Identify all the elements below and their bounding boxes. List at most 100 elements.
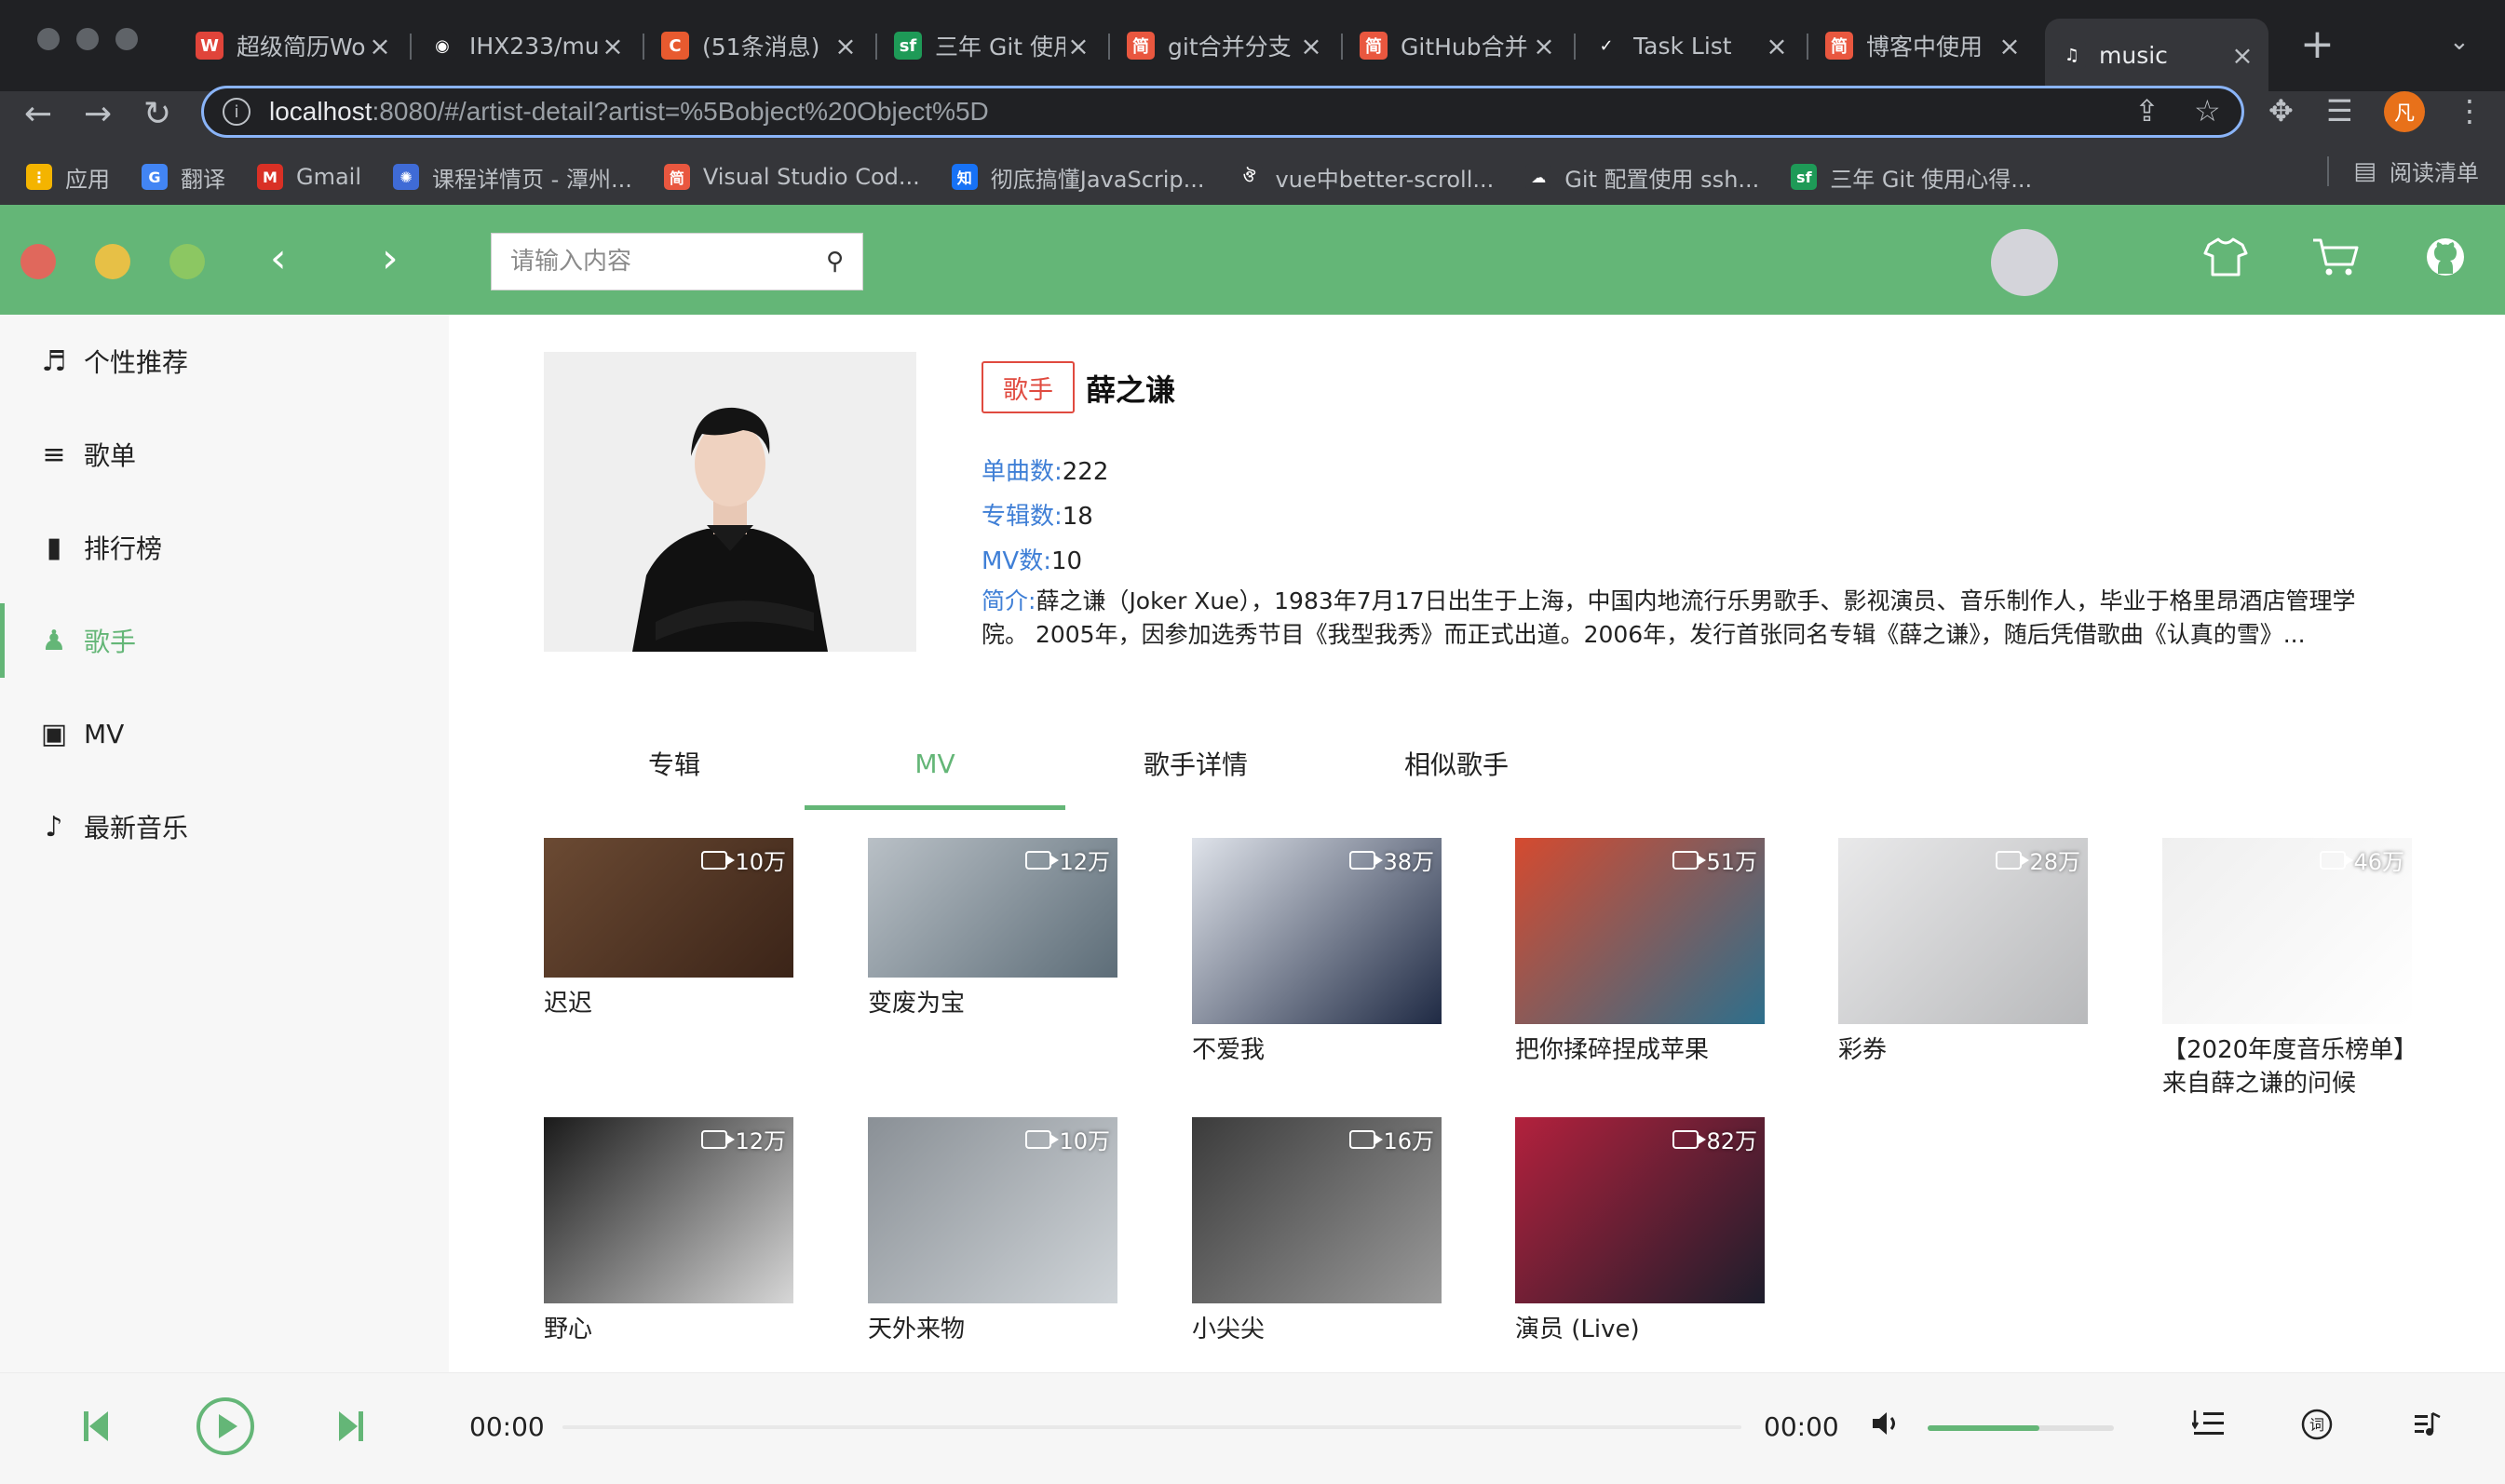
mv-card[interactable]: 12万野心 xyxy=(544,1117,793,1346)
bookmark-item[interactable]: 知彻底搞懂JavaScrip... xyxy=(951,161,1205,194)
mv-card[interactable]: 46万【2020年度音乐榜单】来自薛之谦的问候 xyxy=(2162,838,2412,1100)
search-input[interactable] xyxy=(510,248,826,276)
app-back-icon[interactable]: ‹ xyxy=(270,235,287,282)
mv-card[interactable]: 10万天外来物 xyxy=(868,1117,1117,1346)
mv-thumbnail[interactable]: 12万 xyxy=(868,838,1117,978)
browser-tab[interactable]: C (51条消息) × xyxy=(648,19,872,73)
close-tab-icon[interactable]: × xyxy=(1997,31,2023,61)
mv-card[interactable]: 16万小尖尖 xyxy=(1192,1117,1442,1346)
profile-avatar[interactable]: 凡 xyxy=(2384,91,2425,132)
content-tab[interactable]: 专辑 xyxy=(544,717,805,810)
window-close-button[interactable] xyxy=(37,28,60,50)
bookmark-item[interactable]: M Gmail xyxy=(257,164,361,190)
address-bar[interactable]: i localhost:8080/#/artist-detail?artist=… xyxy=(201,86,2244,138)
mv-thumbnail[interactable]: 10万 xyxy=(544,838,793,978)
sidebar-item[interactable]: ▮ 排行榜 xyxy=(0,510,449,585)
bookmark-item[interactable]: ☁ Git 配置使用 ssh... xyxy=(1525,161,1759,194)
browser-tab[interactable]: ◉ IHX233/music× xyxy=(415,19,639,73)
sidebar-item[interactable]: ♬ 个性推荐 xyxy=(0,324,449,398)
mv-thumbnail[interactable]: 28万 xyxy=(1838,838,2088,1024)
mv-title[interactable]: 【2020年度音乐榜单】来自薛之谦的问候 xyxy=(2162,1033,2412,1100)
bookmark-item[interactable]: 简 Visual Studio Cod... xyxy=(663,164,920,190)
volume-slider[interactable] xyxy=(1928,1425,2114,1431)
sidebar-item[interactable]: ♪ 最新音乐 xyxy=(0,789,449,864)
skin-shirt-icon[interactable] xyxy=(2203,236,2248,288)
mv-thumbnail[interactable]: 82万 xyxy=(1515,1117,1765,1303)
play-button[interactable] xyxy=(196,1396,255,1460)
mv-card[interactable]: 38万 不爱我 xyxy=(1192,838,1442,1067)
mv-thumbnail[interactable]: 10万 xyxy=(868,1117,1117,1303)
content-tab[interactable]: 歌手详情 xyxy=(1065,717,1326,810)
app-forward-icon[interactable]: › xyxy=(382,235,399,282)
close-tab-icon[interactable]: × xyxy=(1531,31,1557,61)
share-icon[interactable]: ⇪ xyxy=(2134,93,2160,128)
close-tab-icon[interactable]: × xyxy=(367,31,393,61)
bookmark-item[interactable]: ঔ vue中better-scroll... xyxy=(1236,161,1494,194)
extensions-icon[interactable]: ✥ xyxy=(2268,93,2294,128)
sidebar-item[interactable]: ▣ MV xyxy=(0,696,449,771)
previous-track-icon[interactable] xyxy=(82,1406,112,1450)
browser-tab[interactable]: ✓ Task List × xyxy=(1579,19,1803,73)
sidebar-item[interactable]: ≡ 歌单 xyxy=(0,417,449,492)
lyrics-icon[interactable]: 词 xyxy=(2300,1408,2334,1450)
bookmark-star-icon[interactable]: ☆ xyxy=(2194,93,2221,128)
media-control-icon[interactable]: ☰ xyxy=(2326,93,2353,128)
browser-tab[interactable]: 简博客中使用 × xyxy=(1812,19,2036,73)
bookmark-item[interactable]: G 翻译 xyxy=(142,161,225,194)
mv-thumbnail[interactable]: 16万 xyxy=(1192,1117,1442,1303)
tab-search-chevron-icon[interactable]: ⌄ xyxy=(2449,28,2470,56)
browser-menu-icon[interactable]: ⋮ xyxy=(2455,93,2485,128)
window-zoom-button[interactable] xyxy=(115,28,138,50)
browser-tab[interactable]: sf 三年 Git 使用心得× xyxy=(881,19,1104,73)
browser-tab[interactable]: 简 GitHub合并 × xyxy=(1347,19,1570,73)
app-maximize-dot[interactable] xyxy=(169,244,205,279)
mv-title[interactable]: 彩券 xyxy=(1838,1033,2088,1067)
mv-title[interactable]: 变废为宝 xyxy=(868,987,1117,1020)
mv-thumbnail[interactable]: 12万 xyxy=(544,1117,793,1303)
app-close-dot[interactable] xyxy=(20,244,56,279)
github-icon[interactable] xyxy=(2425,236,2466,288)
close-tab-icon[interactable]: × xyxy=(833,31,859,61)
bookmark-item[interactable]: ⋮ 应用 xyxy=(26,161,110,194)
content-tab[interactable]: 相似歌手 xyxy=(1326,717,1587,810)
progress-track[interactable] xyxy=(562,1425,1741,1429)
browser-tab[interactable]: 简 git合并分支 × xyxy=(1114,19,1337,73)
cart-icon[interactable] xyxy=(2311,236,2360,288)
forward-icon[interactable]: → xyxy=(84,95,112,133)
user-avatar[interactable] xyxy=(1991,229,2058,296)
mv-title[interactable]: 天外来物 xyxy=(868,1313,1117,1346)
play-mode-icon[interactable] xyxy=(2412,1408,2444,1448)
close-tab-icon[interactable]: × xyxy=(1764,31,1790,61)
reading-list-button[interactable]: ▤ 阅读清单 xyxy=(2327,155,2479,187)
close-tab-icon[interactable]: × xyxy=(2229,40,2255,71)
new-tab-button[interactable]: + xyxy=(2300,20,2335,68)
playlist-queue-icon[interactable] xyxy=(2190,1408,2226,1448)
mv-thumbnail[interactable]: 51万 xyxy=(1515,838,1765,1024)
app-minimize-dot[interactable] xyxy=(95,244,130,279)
mv-title[interactable]: 野心 xyxy=(544,1313,793,1346)
content-tab[interactable]: MV xyxy=(805,717,1065,810)
mv-title[interactable]: 不爱我 xyxy=(1192,1033,1442,1067)
mv-title[interactable]: 小尖尖 xyxy=(1192,1313,1442,1346)
bookmark-item[interactable]: sf 三年 Git 使用心得... xyxy=(1791,161,2032,194)
bookmark-item[interactable]: ✺ 课程详情页 - 潭州... xyxy=(393,161,632,194)
sidebar-item[interactable]: ♟ 歌手 xyxy=(0,603,449,678)
mv-card[interactable]: 12万变废为宝 xyxy=(868,838,1117,1020)
mv-card[interactable]: 10万迟迟 xyxy=(544,838,793,1020)
mv-title[interactable]: 迟迟 xyxy=(544,987,793,1020)
window-minimize-button[interactable] xyxy=(76,28,99,50)
close-tab-icon[interactable]: × xyxy=(600,31,626,61)
mv-card[interactable]: 28万彩券 xyxy=(1838,838,2088,1067)
mv-title[interactable]: 演员 (Live) xyxy=(1515,1313,1765,1346)
browser-tab[interactable]: W 超级简历WonderCV× xyxy=(183,19,406,73)
mv-title[interactable]: 把你揉碎捏成苹果 xyxy=(1515,1033,1765,1067)
close-tab-icon[interactable]: × xyxy=(1298,31,1324,61)
mv-thumbnail[interactable]: 46万 xyxy=(2162,838,2412,1024)
browser-tab[interactable]: ♫ music × xyxy=(2045,19,2268,91)
search-icon[interactable]: ⚲ xyxy=(826,248,844,276)
close-tab-icon[interactable]: × xyxy=(1065,31,1091,61)
next-track-icon[interactable] xyxy=(335,1406,365,1450)
site-info-icon[interactable]: i xyxy=(223,98,250,126)
reload-icon[interactable]: ↻ xyxy=(143,95,171,133)
back-icon[interactable]: ← xyxy=(24,95,52,133)
